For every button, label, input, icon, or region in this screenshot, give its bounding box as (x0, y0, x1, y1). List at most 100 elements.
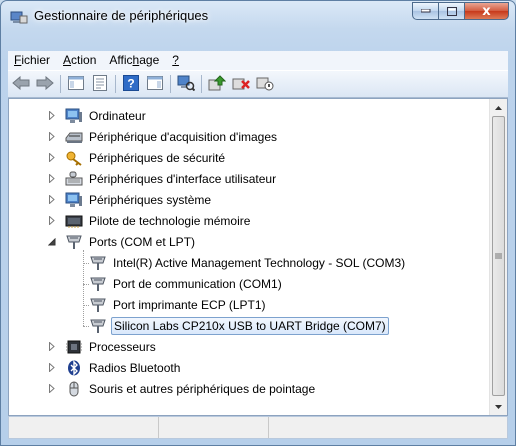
maximize-icon (446, 6, 457, 16)
hid-icon (65, 171, 83, 187)
menu-2[interactable]: Affichage (103, 51, 166, 70)
tree-connector (83, 326, 89, 327)
device-tree[interactable]: Ordinateur Périphérique d'acquisition d'i… (9, 99, 491, 415)
tree-item-label: Pilote de technologie mémoire (89, 214, 251, 228)
show-hide-console-tree-button[interactable] (65, 73, 87, 95)
tree-item[interactable]: Intel(R) Active Management Technology - … (83, 253, 407, 273)
device-manager-icon (10, 10, 28, 24)
vertical-scrollbar[interactable] (489, 99, 507, 415)
scan-hardware-icon (177, 75, 196, 94)
tree-item[interactable]: Processeurs (48, 337, 158, 357)
tree-item-label: Périphériques système (89, 193, 212, 207)
tree-connector (83, 305, 89, 306)
tree-connector (83, 263, 89, 264)
scroll-up-button[interactable] (490, 99, 507, 116)
collapse-arrow-icon[interactable] (47, 237, 56, 246)
action-pane-icon (147, 75, 163, 93)
device-manager-window: Gestionnaire de périphériques x Fichier A… (0, 0, 516, 446)
bluetooth-icon (65, 360, 83, 376)
tree-item[interactable]: Ordinateur (48, 106, 148, 126)
processor-icon (65, 339, 83, 355)
key-icon (65, 150, 83, 166)
scan-hardware-button[interactable] (175, 73, 197, 95)
menu-bar: Fichier Action Affichage? (8, 51, 508, 70)
update-driver-icon (208, 74, 227, 94)
expand-arrow-icon[interactable] (47, 342, 56, 351)
expand-arrow-icon[interactable] (47, 195, 56, 204)
mouse-icon (65, 381, 83, 397)
action-pane-button[interactable] (144, 73, 166, 95)
status-pane-2 (159, 417, 269, 438)
tree-item[interactable]: Pilote de technologie mémoire (48, 211, 252, 231)
forward-arrow-button[interactable] (34, 73, 56, 95)
port-icon (89, 276, 107, 292)
tree-item[interactable]: Port de communication (COM1) (83, 274, 284, 294)
disable-device-icon (256, 75, 274, 94)
grip-icon (495, 253, 502, 258)
status-pane-3 (269, 417, 507, 438)
tree-item-label-selected: Silicon Labs CP210x USB to UART Bridge (… (111, 317, 389, 335)
properties-button[interactable] (89, 73, 111, 95)
tree-item-label: Port imprimante ECP (LPT1) (113, 298, 266, 312)
tree-item-label: Périphériques d'interface utilisateur (89, 172, 277, 186)
tree-item[interactable]: Radios Bluetooth (48, 358, 182, 378)
tree-item-label: Port de communication (COM1) (113, 277, 282, 291)
scanner-icon (65, 129, 83, 145)
port-icon (65, 234, 83, 250)
expand-arrow-icon[interactable] (47, 384, 56, 393)
scroll-down-icon (495, 404, 502, 409)
menu-1[interactable]: Action (57, 51, 103, 70)
status-pane-1 (9, 417, 159, 438)
tree-connector (83, 284, 89, 285)
tree-item-label: Radios Bluetooth (89, 361, 181, 375)
expand-arrow-icon[interactable] (47, 216, 56, 225)
tree-item-label: Ordinateur (89, 109, 146, 123)
properties-icon (93, 74, 107, 94)
scroll-up-icon (495, 105, 502, 110)
computer-icon (65, 192, 83, 208)
tree-item[interactable]: Périphériques d'interface utilisateur (48, 169, 278, 189)
tree-item[interactable]: Périphériques de sécurité (48, 148, 227, 168)
minimize-icon (420, 9, 430, 13)
expand-arrow-icon[interactable] (47, 111, 56, 120)
svg-text:?: ? (127, 76, 134, 90)
help-icon: ? (123, 74, 139, 94)
back-arrow-button[interactable] (10, 73, 32, 95)
tree-item-label: Périphériques de sécurité (89, 151, 226, 165)
expand-arrow-icon[interactable] (47, 174, 56, 183)
disable-device-button[interactable] (254, 73, 276, 95)
minimize-button[interactable] (412, 2, 439, 20)
status-bar (8, 416, 508, 439)
toolbar-separator (60, 75, 61, 93)
tree-item[interactable]: Silicon Labs CP210x USB to UART Bridge (… (83, 316, 389, 336)
toolbar-separator (115, 75, 116, 93)
update-driver-button[interactable] (206, 73, 228, 95)
help-button[interactable]: ? (120, 73, 142, 95)
scroll-down-button[interactable] (490, 398, 507, 415)
close-button[interactable]: x (465, 2, 509, 20)
tree-item[interactable]: Ports (COM et LPT) (47, 232, 197, 252)
tree-item[interactable]: Souris et autres périphériques de pointa… (48, 379, 317, 399)
port-icon (89, 255, 107, 271)
tree-item-label: Souris et autres périphériques de pointa… (89, 382, 316, 396)
tree-item[interactable]: Port imprimante ECP (LPT1) (83, 295, 268, 315)
scrollbar-thumb[interactable] (492, 116, 505, 396)
maximize-button[interactable] (439, 2, 465, 20)
expand-arrow-icon[interactable] (47, 132, 56, 141)
menu-0[interactable]: Fichier (8, 51, 57, 70)
toolbar-separator (170, 75, 171, 93)
forward-arrow-icon (36, 75, 54, 93)
menu-3[interactable]: ? (166, 51, 186, 70)
tree-item-label: Périphérique d'acquisition d'images (89, 130, 278, 144)
show-hide-console-tree-icon (68, 75, 84, 93)
tree-item[interactable]: Périphériques système (48, 190, 213, 210)
uninstall-button[interactable] (230, 73, 252, 95)
title-bar[interactable]: Gestionnaire de périphériques x (1, 1, 515, 31)
tree-item[interactable]: Périphérique d'acquisition d'images (48, 127, 279, 147)
back-arrow-icon (12, 75, 30, 93)
expand-arrow-icon[interactable] (47, 153, 56, 162)
expand-arrow-icon[interactable] (47, 363, 56, 372)
port-icon (89, 297, 107, 313)
close-icon: x (482, 3, 491, 19)
window-title: Gestionnaire de périphériques (34, 8, 209, 23)
